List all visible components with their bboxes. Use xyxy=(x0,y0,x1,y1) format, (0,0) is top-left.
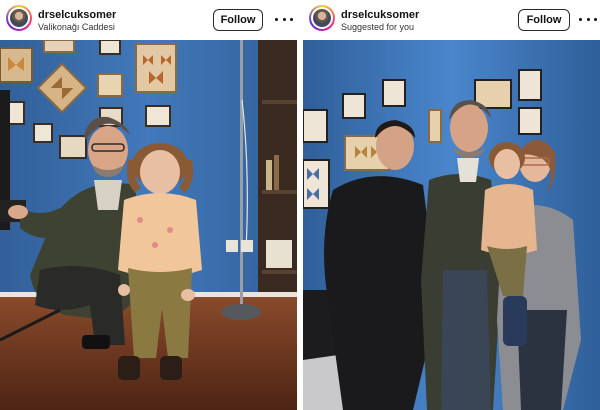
suggested-label: Suggested for you xyxy=(341,22,415,32)
profile-avatar[interactable] xyxy=(6,5,32,31)
follow-button[interactable]: Follow xyxy=(518,9,570,31)
more-horizontal-icon[interactable] xyxy=(275,12,293,26)
avatar-image xyxy=(10,9,28,27)
post-photo[interactable] xyxy=(0,40,297,410)
username-link[interactable]: drselcuksomer xyxy=(38,9,116,21)
username-link[interactable]: drselcuksomer xyxy=(341,9,419,21)
profile-avatar[interactable] xyxy=(309,5,335,31)
location-link[interactable]: Valikonağı Caddesi xyxy=(38,22,115,32)
avatar-image xyxy=(313,9,331,27)
post-photo[interactable] xyxy=(303,40,600,410)
post-header: drselcuksomer Valikonağı Caddesi Follow xyxy=(0,0,297,40)
post-header: drselcuksomer Suggested for you Follow xyxy=(303,0,600,40)
post-card-left: drselcuksomer Valikonağı Caddesi Follow xyxy=(0,0,297,410)
butterfly-frame xyxy=(0,47,33,83)
post-card-right: drselcuksomer Suggested for you Follow xyxy=(303,0,600,410)
follow-button[interactable]: Follow xyxy=(213,9,263,31)
more-horizontal-icon[interactable] xyxy=(579,12,597,26)
